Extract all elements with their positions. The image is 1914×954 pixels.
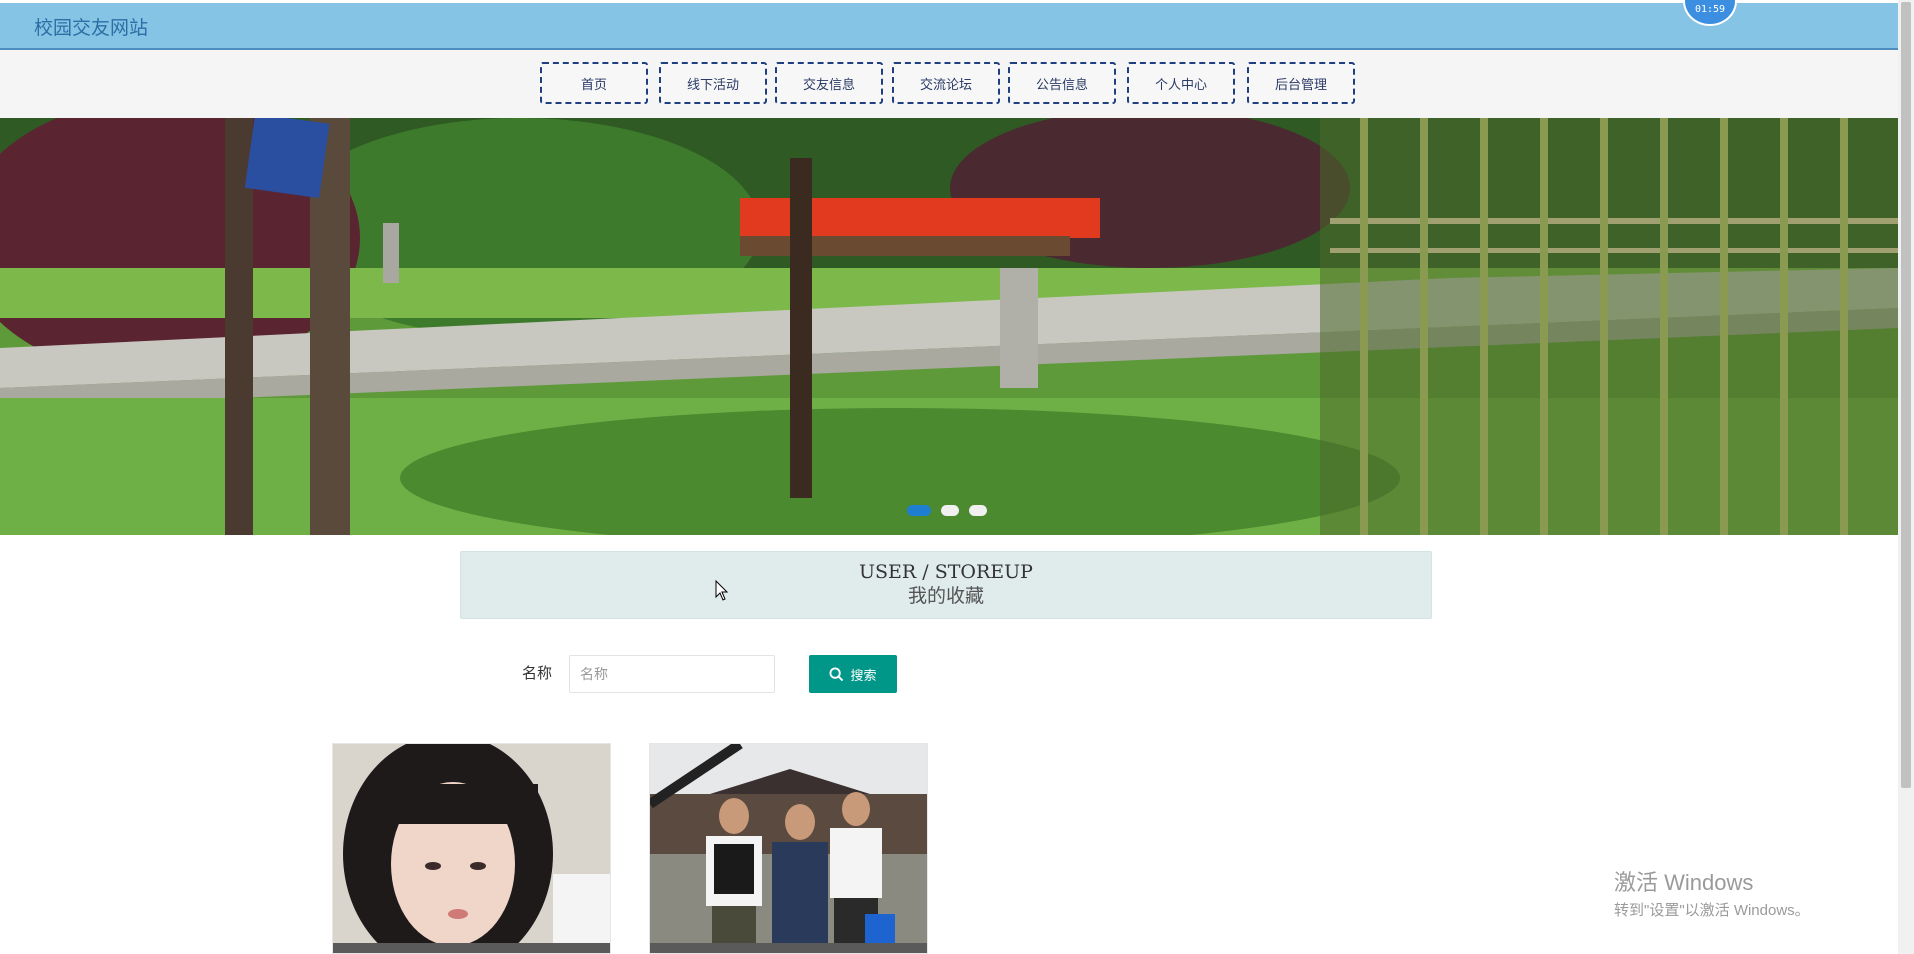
card-image-portrait — [333, 744, 610, 953]
banner-image — [0, 118, 1898, 535]
carousel-indicators — [907, 505, 987, 516]
nav-item-offline-events[interactable]: 线下活动 — [659, 62, 767, 104]
carousel-dot-3[interactable] — [969, 505, 987, 516]
favorite-card-2[interactable] — [649, 743, 928, 954]
favorite-card-1[interactable] — [332, 743, 611, 954]
card-caption-bar — [333, 943, 610, 953]
nav-item-personal-center[interactable]: 个人中心 — [1127, 62, 1235, 104]
watermark-subtitle: 转到"设置"以激活 Windows。 — [1614, 902, 1810, 919]
search-label: 名称 — [522, 664, 553, 682]
section-title-en: USER / STOREUP — [859, 561, 1033, 583]
nav-item-dating-info[interactable]: 交友信息 — [775, 62, 883, 104]
main-navigation: 首页 线下活动 交友信息 交流论坛 公告信息 个人中心 后台管理 — [0, 50, 1898, 118]
section-title-cn: 我的收藏 — [907, 585, 984, 607]
search-input[interactable] — [569, 655, 775, 693]
windows-activation-watermark: 激活 Windows 转到"设置"以激活 Windows。 — [1614, 865, 1810, 920]
carousel-dot-2[interactable] — [941, 505, 959, 516]
nav-item-admin[interactable]: 后台管理 — [1247, 62, 1355, 104]
section-header: USER / STOREUP 我的收藏 — [460, 551, 1432, 619]
site-title[interactable]: 校园交友网站 — [34, 13, 148, 40]
search-button[interactable]: 搜索 — [809, 655, 897, 693]
mouse-cursor-icon — [715, 580, 729, 601]
nav-item-announcements[interactable]: 公告信息 — [1008, 62, 1116, 104]
scrollbar-thumb[interactable] — [1901, 2, 1911, 788]
card-caption-bar — [650, 943, 927, 953]
nav-item-home[interactable]: 首页 — [540, 62, 648, 104]
search-icon — [829, 666, 844, 681]
watermark-title: 激活 Windows — [1614, 870, 1754, 895]
carousel-dot-1[interactable] — [907, 505, 931, 516]
top-header-bar: 校园交友网站 — [0, 3, 1898, 50]
card-image-group — [650, 744, 927, 945]
carousel-banner[interactable] — [0, 118, 1898, 535]
search-button-label: 搜索 — [850, 667, 877, 683]
nav-item-forum[interactable]: 交流论坛 — [892, 62, 1000, 104]
